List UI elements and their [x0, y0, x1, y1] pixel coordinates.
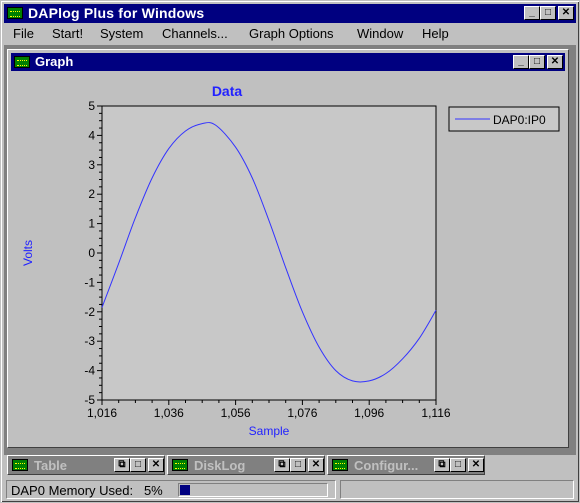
- table-restore-button[interactable]: ⧉: [114, 458, 130, 472]
- disklog-window-title: DiskLog: [194, 458, 246, 473]
- table-window-title: Table: [34, 458, 67, 473]
- app-title: DAPlog Plus for Windows: [28, 5, 205, 21]
- y-axis: 5 4 3 2 1 0 -1 -2 -3 -4 -5: [84, 99, 102, 407]
- menu-start[interactable]: Start!: [52, 26, 83, 41]
- minimized-window-table[interactable]: Table ⧉ □ ✕: [7, 455, 165, 475]
- y-tick-label: 4: [88, 128, 95, 142]
- minimized-window-disklog[interactable]: DiskLog ⧉ □ ✕: [167, 455, 325, 475]
- legend-label: DAP0:IP0: [493, 113, 546, 127]
- menu-bar: File Start! System Channels... Graph Opt…: [4, 24, 576, 44]
- configuration-window-title: Configur...: [354, 458, 419, 473]
- plot-area: [101, 105, 437, 401]
- disklog-restore-button[interactable]: ⧉: [274, 458, 290, 472]
- menu-window[interactable]: Window: [357, 26, 403, 41]
- y-tick-label: 3: [88, 158, 95, 172]
- close-button[interactable]: ✕: [558, 6, 574, 20]
- x-tick-label: 1,076: [287, 406, 317, 420]
- disklog-window-icon[interactable]: [172, 459, 188, 471]
- table-window-icon[interactable]: [12, 459, 28, 471]
- app-title-bar[interactable]: DAPlog Plus for Windows _ □ ✕: [4, 4, 576, 23]
- maximize-button[interactable]: □: [540, 6, 556, 20]
- configuration-window-icon[interactable]: [332, 459, 348, 471]
- x-tick-label: 1,016: [87, 406, 117, 420]
- status-panel-empty: [340, 480, 574, 499]
- y-tick-label: -2: [84, 305, 95, 319]
- y-tick-label: -3: [84, 334, 95, 348]
- x-tick-label: 1,096: [354, 406, 384, 420]
- y-tick-label: 2: [88, 187, 95, 201]
- memory-progress-fill: [180, 485, 190, 495]
- y-axis-label: Volts: [21, 240, 35, 266]
- minimize-button[interactable]: _: [524, 6, 540, 20]
- configuration-close-button[interactable]: ✕: [468, 458, 484, 472]
- y-tick-label: 1: [88, 217, 95, 231]
- menu-help[interactable]: Help: [422, 26, 449, 41]
- menu-channels[interactable]: Channels...: [162, 26, 228, 41]
- menu-system[interactable]: System: [100, 26, 143, 41]
- legend: DAP0:IP0: [448, 106, 560, 132]
- configuration-restore-button[interactable]: ⧉: [434, 458, 450, 472]
- memory-used-text: DAP0 Memory Used: 5%: [11, 483, 163, 498]
- graph-window: Graph _ □ ✕ 5 4 3 2 1 0 -1 -2 -3 -4 -5 1,016 1,036 1…: [7, 49, 569, 448]
- table-close-button[interactable]: ✕: [148, 458, 164, 472]
- disklog-maximize-button[interactable]: □: [290, 458, 306, 472]
- y-tick-label: 0: [88, 246, 95, 260]
- memory-used-value: 5%: [143, 483, 163, 498]
- x-tick-label: 1,116: [421, 406, 450, 420]
- menu-graph-options[interactable]: Graph Options: [249, 26, 334, 41]
- app-window: DAPlog Plus for Windows _ □ ✕ File Start…: [0, 0, 580, 503]
- menu-file[interactable]: File: [13, 26, 34, 41]
- graph-plot: 543210-1-2-3-4-5 1,016 1,036 1,056 1,076 1,0…: [21, 83, 560, 438]
- y-tick-label: -5: [84, 393, 95, 407]
- daplog-app-icon[interactable]: [7, 7, 23, 19]
- chart-title: Data: [212, 83, 243, 99]
- y-tick-label: -1: [84, 275, 95, 289]
- memory-used-label: DAP0 Memory Used:: [11, 483, 134, 498]
- disklog-close-button[interactable]: ✕: [308, 458, 324, 472]
- x-tick-label: 1,036: [154, 406, 184, 420]
- status-panel-memory: DAP0 Memory Used: 5%: [6, 480, 336, 499]
- table-maximize-button[interactable]: □: [130, 458, 146, 472]
- y-tick-label: 5: [88, 99, 95, 113]
- x-axis: 1,016 1,036 1,056 1,076 1,096 1,116: [87, 400, 451, 420]
- minimized-window-configuration[interactable]: Configur... ⧉ □ ✕: [327, 455, 485, 475]
- configuration-maximize-button[interactable]: □: [450, 458, 466, 472]
- x-axis-label: Sample: [249, 424, 290, 438]
- memory-progress-bar: [178, 483, 328, 497]
- status-bar: DAP0 Memory Used: 5%: [4, 479, 576, 500]
- x-tick-label: 1,056: [221, 406, 251, 420]
- y-tick-label: -4: [84, 364, 95, 378]
